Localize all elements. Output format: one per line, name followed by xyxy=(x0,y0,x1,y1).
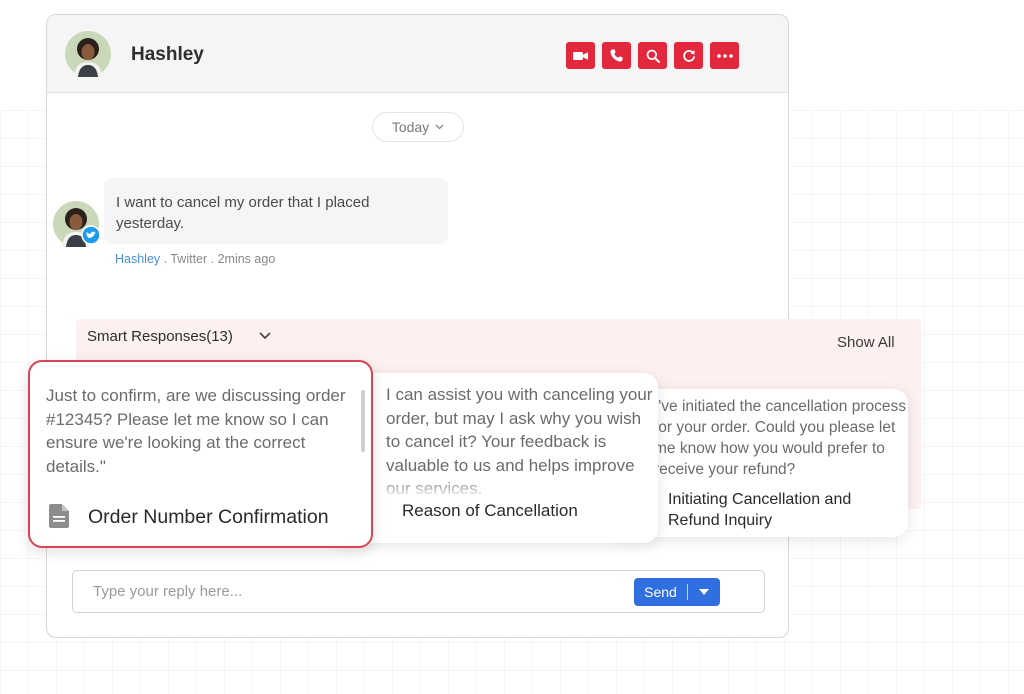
message-meta: Hashley . Twitter . 2mins ago xyxy=(115,252,275,266)
message-bubble: I want to cancel my order that I placed … xyxy=(104,178,448,244)
refresh-button[interactable] xyxy=(674,42,703,69)
send-button[interactable]: Send xyxy=(634,578,687,606)
date-filter[interactable]: Today xyxy=(372,112,464,142)
document-icon xyxy=(49,504,69,528)
scrollbar[interactable] xyxy=(361,390,365,452)
smart-response-title: Initiating Cancellation and Refund Inqui… xyxy=(668,491,852,529)
video-icon xyxy=(573,51,588,60)
caret-down-icon xyxy=(699,589,709,595)
message-avatar xyxy=(53,201,101,247)
message-author-link[interactable]: Hashley xyxy=(115,252,160,266)
smart-response-title: Order Number Confirmation xyxy=(88,506,329,528)
smart-responses-title[interactable]: Smart Responses(13) xyxy=(87,328,233,345)
message-source-time: . Twitter . 2mins ago xyxy=(160,252,276,266)
voice-call-button[interactable] xyxy=(602,42,631,69)
refresh-icon xyxy=(682,49,695,62)
reply-box: Send xyxy=(72,570,765,613)
smart-response-title: Reason of Cancellation xyxy=(402,501,578,520)
video-call-button[interactable] xyxy=(566,42,595,69)
smart-response-text: I've initiated the cancellation process … xyxy=(654,398,906,478)
contact-name: Hashley xyxy=(131,44,204,65)
reply-input[interactable] xyxy=(93,571,613,612)
contact-avatar[interactable] xyxy=(65,31,111,77)
chevron-down-icon[interactable] xyxy=(258,331,272,340)
date-label: Today xyxy=(391,119,430,135)
send-button-group: Send xyxy=(634,578,720,606)
more-icon xyxy=(716,53,733,58)
search-button[interactable] xyxy=(638,42,667,69)
show-all-link[interactable]: Show All xyxy=(837,334,895,351)
chat-header: Hashley xyxy=(47,15,788,93)
search-icon xyxy=(646,49,660,63)
header-actions xyxy=(566,42,739,69)
smart-response-card[interactable]: I can assist you with canceling your ord… xyxy=(332,373,658,543)
send-options-button[interactable] xyxy=(688,578,720,606)
chevron-down-icon xyxy=(435,124,444,130)
twitter-icon xyxy=(81,225,101,245)
more-options-button[interactable] xyxy=(710,42,739,69)
phone-icon xyxy=(610,49,623,62)
smart-response-text: I can assist you with canceling your ord… xyxy=(386,383,656,499)
smart-response-text: Just to confirm, are we discussing order… xyxy=(46,386,346,476)
smart-response-card-selected[interactable]: Just to confirm, are we discussing order… xyxy=(28,360,373,548)
